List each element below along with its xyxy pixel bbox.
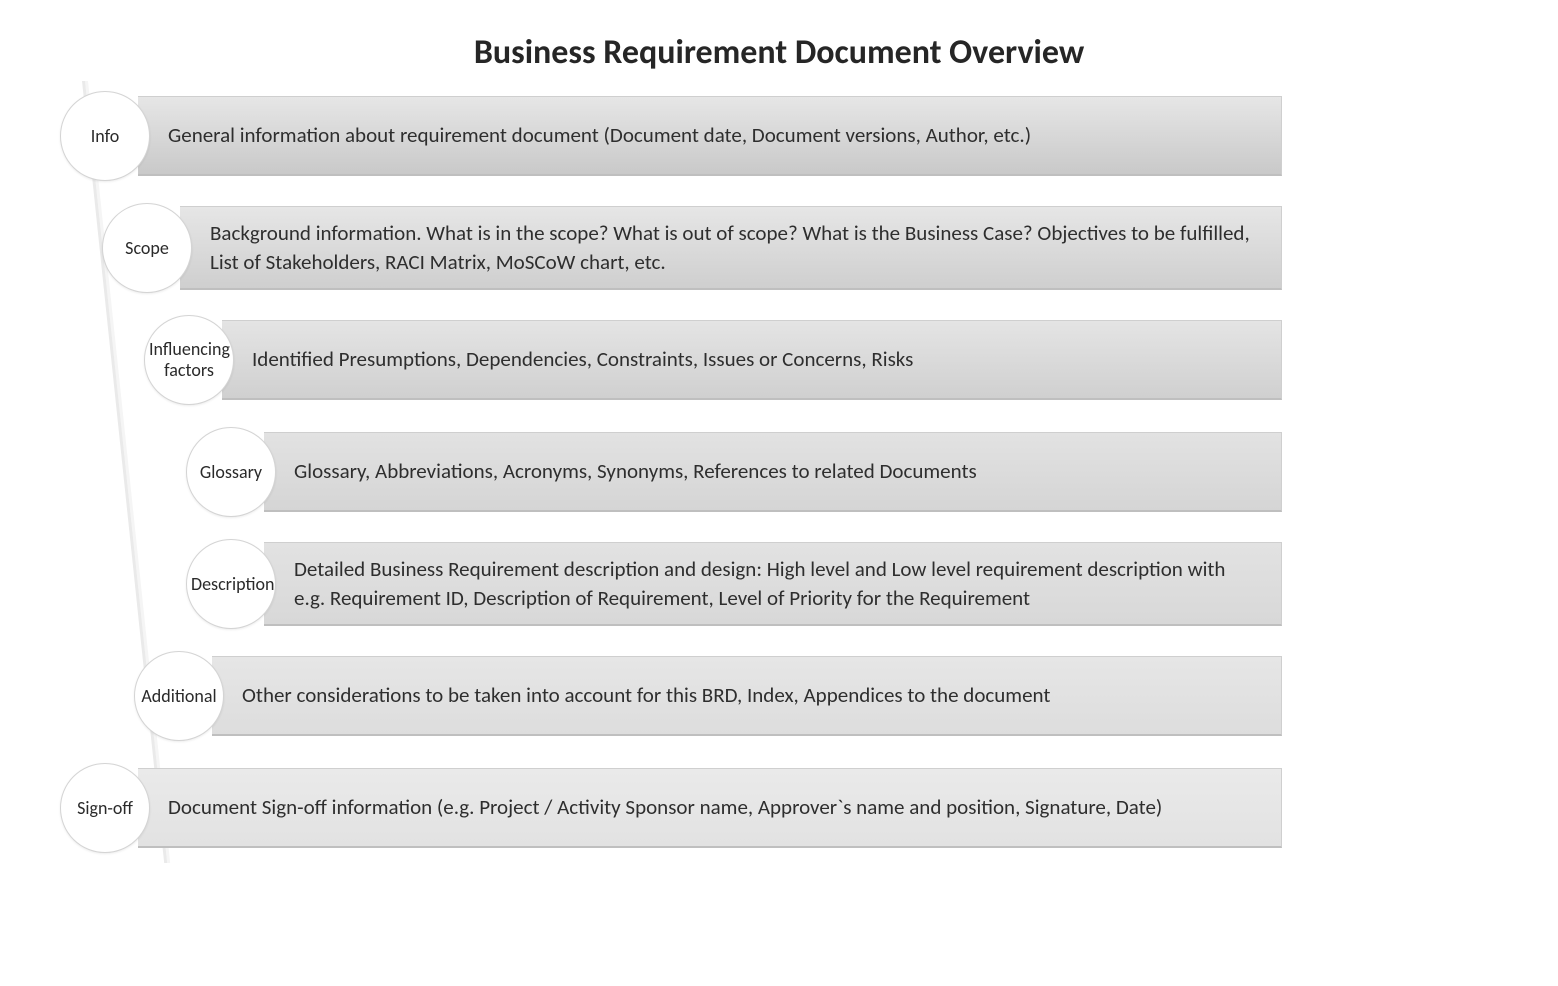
bar-additional: Other considerations to be taken into ac… (212, 656, 1282, 736)
node-description-label: Description (191, 574, 271, 595)
bar-scope-text: Background information. What is in the s… (210, 219, 1257, 276)
row-additional: Additional Other considerations to be ta… (134, 651, 1400, 741)
node-additional: Additional (134, 651, 224, 741)
bar-signoff: Document Sign-off information (e.g. Proj… (138, 768, 1282, 848)
row-glossary: Glossary Glossary, Abbreviations, Acrony… (186, 427, 1400, 517)
node-glossary: Glossary (186, 427, 276, 517)
node-additional-label: Additional (139, 686, 219, 707)
bar-glossary-text: Glossary, Abbreviations, Acronyms, Synon… (294, 457, 977, 485)
bar-influencing-text: Identified Presumptions, Dependencies, C… (252, 345, 913, 373)
bar-info: General information about requirement do… (138, 96, 1282, 176)
connector-line (82, 81, 170, 863)
node-scope: Scope (102, 203, 192, 293)
bar-additional-text: Other considerations to be taken into ac… (242, 681, 1050, 709)
bar-influencing: Identified Presumptions, Dependencies, C… (222, 320, 1282, 400)
row-influencing: Influencing factors Identified Presumpti… (144, 315, 1400, 405)
bar-description: Detailed Business Requirement descriptio… (264, 542, 1282, 626)
row-signoff: Sign-off Document Sign-off information (… (60, 763, 1400, 853)
bar-info-text: General information about requirement do… (168, 121, 1031, 149)
node-influencing: Influencing factors (144, 315, 234, 405)
row-description: Description Detailed Business Requiremen… (186, 539, 1400, 629)
node-glossary-label: Glossary (191, 462, 271, 483)
diagram-title: Business Requirement Document Overview (0, 0, 1558, 91)
node-info: Info (60, 91, 150, 181)
row-scope: Scope Background information. What is in… (102, 203, 1400, 293)
node-influencing-label: Influencing factors (149, 339, 229, 380)
node-signoff-label: Sign-off (65, 798, 145, 819)
row-info: Info General information about requireme… (60, 91, 1400, 181)
bar-scope: Background information. What is in the s… (180, 206, 1282, 290)
node-info-label: Info (65, 126, 145, 147)
page: Business Requirement Document Overview I… (0, 0, 1558, 986)
bar-signoff-text: Document Sign-off information (e.g. Proj… (168, 793, 1162, 821)
node-description: Description (186, 539, 276, 629)
bar-glossary: Glossary, Abbreviations, Acronyms, Synon… (264, 432, 1282, 512)
diagram: Info General information about requireme… (60, 91, 1400, 853)
node-signoff: Sign-off (60, 763, 150, 853)
bar-description-text: Detailed Business Requirement descriptio… (294, 555, 1257, 612)
node-scope-label: Scope (107, 238, 187, 259)
